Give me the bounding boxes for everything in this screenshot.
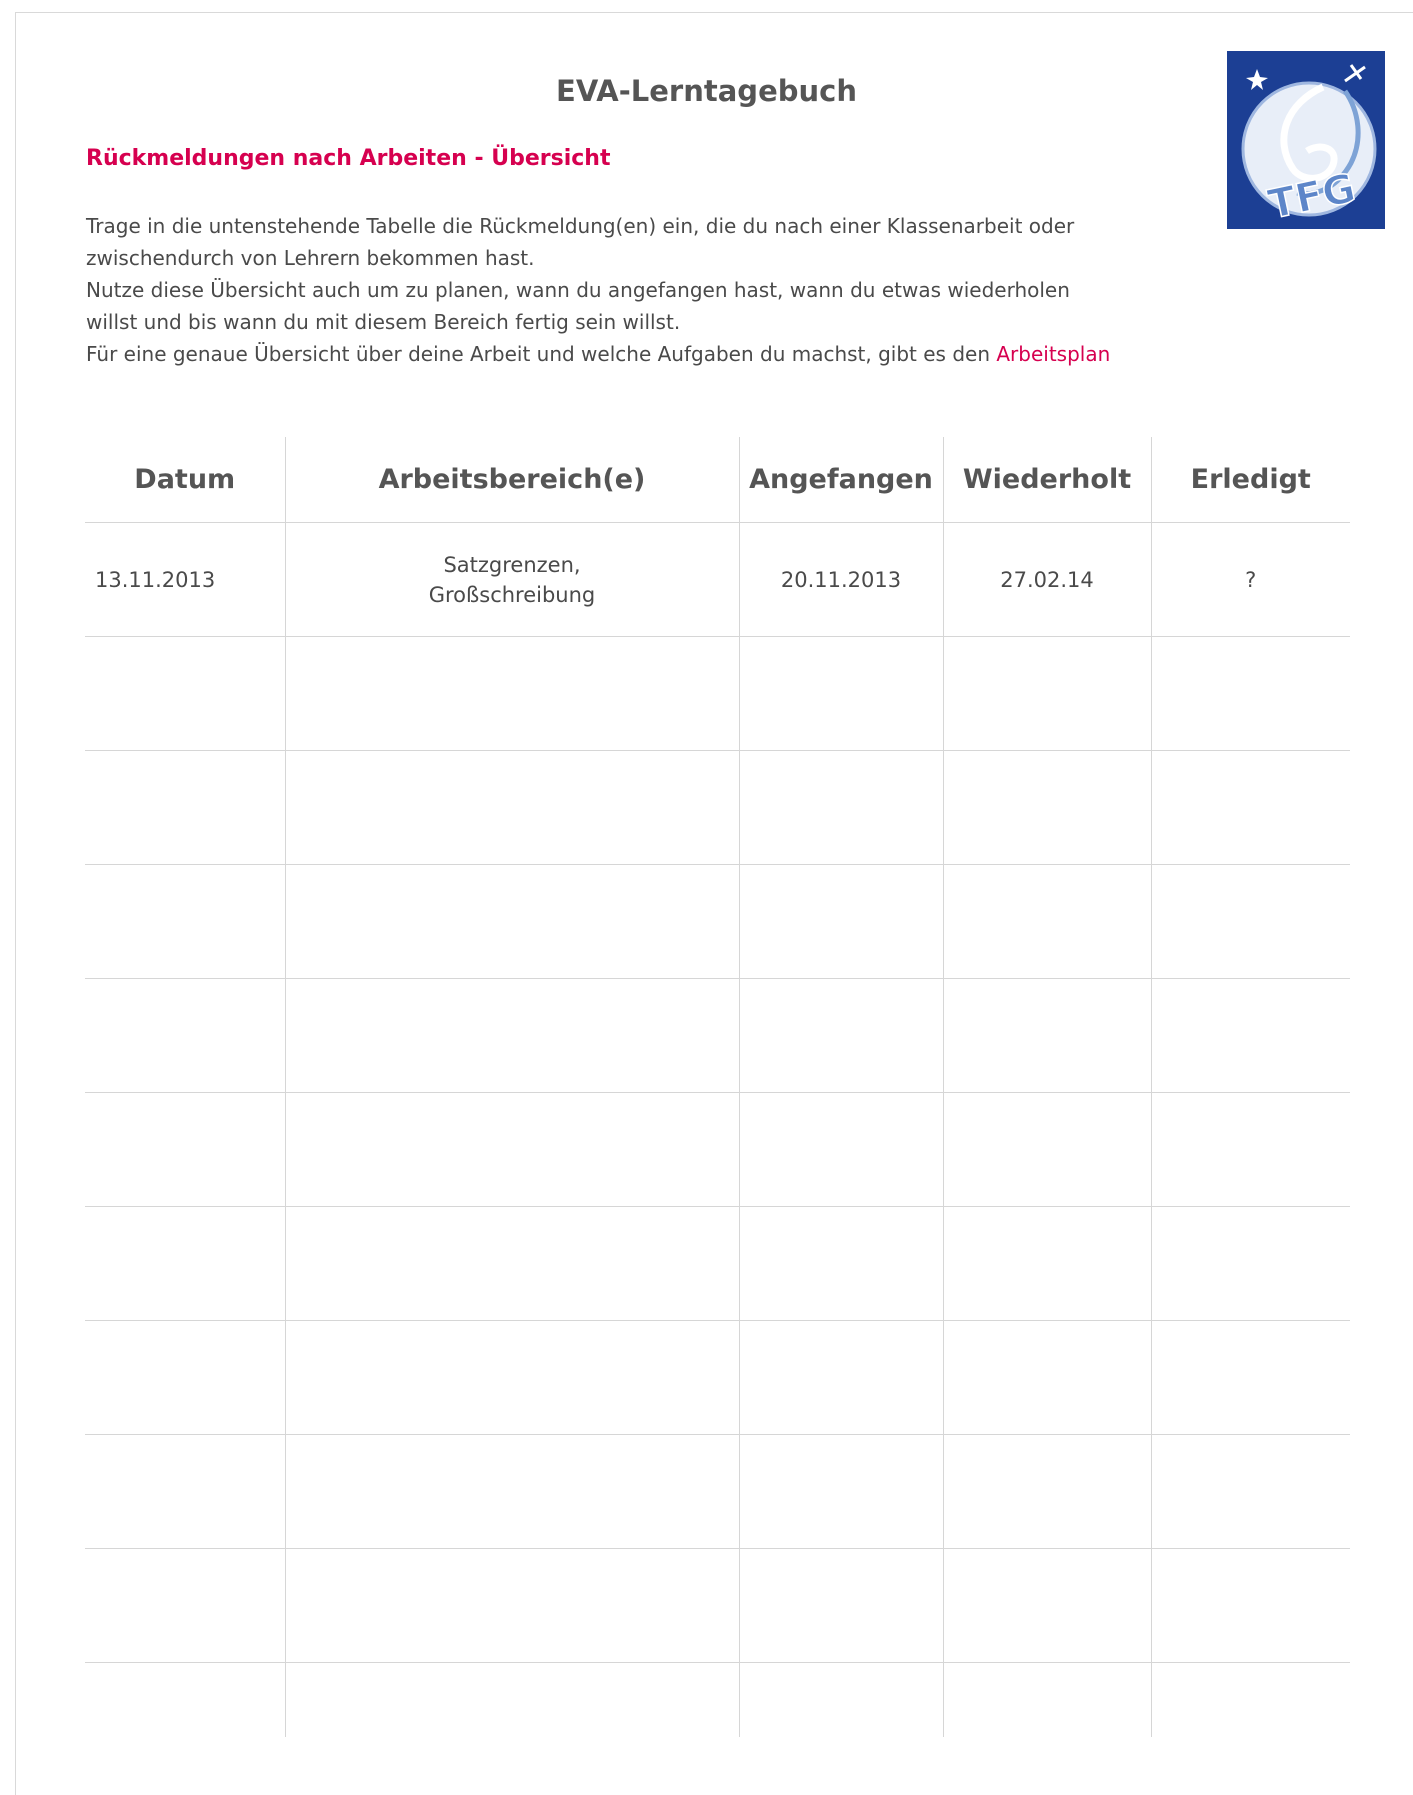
cell-angefangen[interactable] (738, 1092, 944, 1207)
cell-arbeitsbereich[interactable] (284, 864, 740, 979)
cell-arbeitsbereich[interactable] (284, 1320, 740, 1435)
cell-datum[interactable] (85, 978, 286, 1093)
cell-datum[interactable]: 13.11.2013 (85, 522, 286, 637)
cell-datum[interactable] (85, 1434, 286, 1549)
cell-datum[interactable] (85, 1662, 286, 1737)
cell-arbeitsbereich[interactable] (284, 1662, 740, 1737)
section-subtitle: Rückmeldungen nach Arbeiten - Übersicht (86, 146, 611, 171)
cell-datum[interactable] (85, 1206, 286, 1321)
cell-arbeitsbereich[interactable] (284, 636, 740, 751)
cell-erledigt[interactable] (1150, 1662, 1350, 1737)
cell-wiederholt[interactable] (942, 1320, 1152, 1435)
header-datum: Datum (85, 437, 286, 523)
table-row-empty (85, 978, 1350, 1093)
table-row-empty (85, 1662, 1350, 1737)
table-row-empty (85, 1320, 1350, 1435)
cell-erledigt[interactable] (1150, 1206, 1350, 1321)
cell-arbeitsbereich[interactable] (284, 1548, 740, 1663)
cell-arbeitsbereich[interactable] (284, 978, 740, 1093)
cell-erledigt[interactable] (1150, 1548, 1350, 1663)
cell-erledigt[interactable]: ? (1150, 522, 1350, 637)
cell-angefangen[interactable] (738, 636, 944, 751)
cell-angefangen[interactable] (738, 1320, 944, 1435)
cell-wiederholt[interactable] (942, 1548, 1152, 1663)
table-row-empty (85, 1092, 1350, 1207)
cell-angefangen[interactable]: 20.11.2013 (738, 522, 944, 637)
cell-wiederholt[interactable] (942, 864, 1152, 979)
cell-erledigt[interactable] (1150, 864, 1350, 979)
intro-line: Nutze diese Übersicht auch um zu planen,… (86, 278, 1070, 302)
header-angefangen: Angefangen (738, 437, 944, 523)
cell-datum[interactable] (85, 636, 286, 751)
cell-angefangen[interactable] (738, 864, 944, 979)
cell-wiederholt[interactable] (942, 1434, 1152, 1549)
intro-line: zwischendurch von Lehrern bekommen hast. (86, 246, 535, 270)
cell-angefangen[interactable] (738, 1662, 944, 1737)
cell-angefangen[interactable] (738, 1548, 944, 1663)
cell-wiederholt[interactable] (942, 1662, 1152, 1737)
table-row-empty (85, 636, 1350, 751)
cell-datum[interactable] (85, 1092, 286, 1207)
cell-arbeitsbereich[interactable] (284, 750, 740, 865)
cell-wiederholt[interactable] (942, 1206, 1152, 1321)
cell-arbeitsbereich[interactable] (284, 1206, 740, 1321)
cell-datum[interactable] (85, 750, 286, 865)
table-row-empty (85, 864, 1350, 979)
table-header-row: Datum Arbeitsbereich(e) Angefangen Wiede… (85, 437, 1350, 523)
cell-datum[interactable] (85, 1320, 286, 1435)
cell-wiederholt[interactable] (942, 636, 1152, 751)
intro-text: Trage in die untenstehende Tabelle die R… (86, 210, 1206, 370)
cell-datum[interactable] (85, 1548, 286, 1663)
cell-erledigt[interactable] (1150, 978, 1350, 1093)
header-erledigt: Erledigt (1150, 437, 1350, 523)
header-arbeitsbereiche: Arbeitsbereich(e) (284, 437, 740, 523)
cell-wiederholt[interactable] (942, 750, 1152, 865)
cell-arbeitsbereich[interactable] (284, 1092, 740, 1207)
cell-angefangen[interactable] (738, 750, 944, 865)
table-row-empty (85, 1548, 1350, 1663)
cell-angefangen[interactable] (738, 1206, 944, 1321)
cell-erledigt[interactable] (1150, 1092, 1350, 1207)
cell-erledigt[interactable] (1150, 1320, 1350, 1435)
intro-line: willst und bis wann du mit diesem Bereic… (86, 310, 681, 334)
table-row: 13.11.2013 Satzgrenzen, Großschreibung 2… (85, 522, 1350, 637)
overview-table: Datum Arbeitsbereich(e) Angefangen Wiede… (85, 437, 1350, 1737)
arbeitsplan-link[interactable]: Arbeitsplan (996, 342, 1110, 366)
header-wiederholt: Wiederholt (942, 437, 1152, 523)
intro-line: Trage in die untenstehende Tabelle die R… (86, 214, 1075, 238)
cell-text-line: Großschreibung (428, 582, 596, 607)
cell-wiederholt[interactable] (942, 978, 1152, 1093)
cell-arbeitsbereich[interactable]: Satzgrenzen, Großschreibung (284, 522, 740, 637)
school-logo-icon: TFG (1227, 51, 1385, 229)
intro-text-fragment: Für eine genaue Übersicht über deine Arb… (86, 342, 997, 366)
cell-datum[interactable] (85, 864, 286, 979)
page-title: EVA-Lerntagebuch (556, 74, 857, 108)
table-row-empty (85, 1434, 1350, 1549)
cell-arbeitsbereich[interactable] (284, 1434, 740, 1549)
cell-angefangen[interactable] (738, 978, 944, 1093)
intro-line: Für eine genaue Übersicht über deine Arb… (86, 338, 1206, 370)
cell-angefangen[interactable] (738, 1434, 944, 1549)
cell-erledigt[interactable] (1150, 636, 1350, 751)
cell-erledigt[interactable] (1150, 750, 1350, 865)
cell-erledigt[interactable] (1150, 1434, 1350, 1549)
cell-wiederholt[interactable]: 27.02.14 (942, 522, 1152, 637)
table-row-empty (85, 1206, 1350, 1321)
cell-text-line: Satzgrenzen, (443, 552, 581, 577)
cell-wiederholt[interactable] (942, 1092, 1152, 1207)
table-row-empty (85, 750, 1350, 865)
